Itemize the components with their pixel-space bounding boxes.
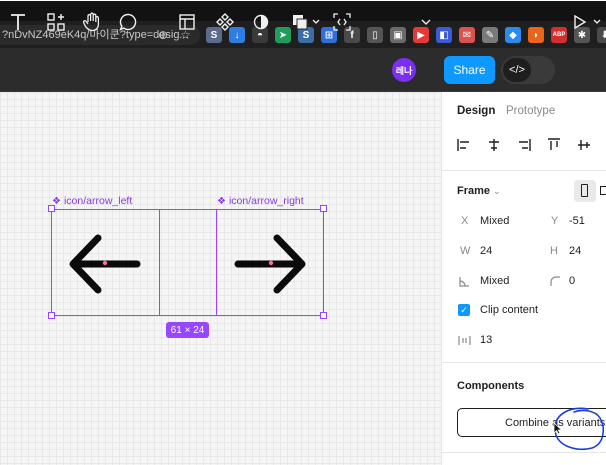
tab-prototype[interactable]: Prototype xyxy=(506,105,555,117)
frame-label-right[interactable]: ❖ icon/arrow_right xyxy=(217,195,304,207)
frame-divider xyxy=(216,209,217,316)
extension-icon[interactable]: ➤ xyxy=(275,27,291,43)
crop-tool-icon[interactable] xyxy=(177,10,197,34)
components-tool-icon[interactable] xyxy=(46,10,66,34)
y-field[interactable]: -51 xyxy=(569,215,585,227)
extension-icon[interactable]: ▯ xyxy=(367,27,383,43)
avatar[interactable]: 레나 xyxy=(392,58,416,82)
section-divider xyxy=(442,362,606,363)
mouse-cursor-icon xyxy=(553,422,562,435)
resize-handle[interactable] xyxy=(48,312,55,319)
portrait-toggle[interactable] xyxy=(574,180,596,202)
section-divider xyxy=(442,170,606,171)
dimension-badge: 61 × 24 xyxy=(166,322,209,338)
frame-divider xyxy=(159,209,160,316)
dev-tool-icon[interactable] xyxy=(332,10,352,34)
clip-content-checkbox[interactable]: ✓ xyxy=(458,304,470,316)
frame-section-title[interactable]: Frame ⌄ xyxy=(457,185,501,197)
align-left-icon[interactable] xyxy=(457,138,471,152)
gap-field[interactable]: 13 xyxy=(480,334,492,346)
play-tool-icon[interactable] xyxy=(572,10,606,34)
boolean-tool-icon[interactable] xyxy=(290,10,322,34)
component-tool-icon[interactable] xyxy=(215,10,235,34)
resize-handle[interactable] xyxy=(320,312,327,319)
component-icon: ❖ xyxy=(217,195,226,207)
dev-mode-icon: </> xyxy=(503,58,531,82)
comment-tool-icon[interactable] xyxy=(118,10,138,34)
align-middle-icon[interactable] xyxy=(577,138,591,152)
align-center-icon[interactable] xyxy=(487,138,501,152)
contrast-tool-icon[interactable] xyxy=(251,10,271,34)
landscape-icon[interactable] xyxy=(600,186,606,195)
extension-icon[interactable]: ▣ xyxy=(390,27,406,43)
y-label: Y xyxy=(551,215,559,227)
frame-label-left[interactable]: ❖ icon/arrow_left xyxy=(52,195,132,207)
extension-icon[interactable]: ◗ xyxy=(528,27,544,43)
height-field[interactable]: 24 xyxy=(569,245,581,257)
components-section-title: Components xyxy=(457,380,525,392)
corner-radius-field[interactable]: 0 xyxy=(569,275,575,287)
h-label: H xyxy=(550,245,558,257)
resize-handle[interactable] xyxy=(320,205,327,212)
tab-design[interactable]: Design xyxy=(457,105,495,117)
align-right-icon[interactable] xyxy=(517,138,531,152)
corner-radius-icon xyxy=(550,276,560,286)
text-tool-icon[interactable] xyxy=(8,10,28,34)
clip-content-label: Clip content xyxy=(480,304,539,316)
rotation-icon xyxy=(459,277,469,287)
arrow-left-icon[interactable] xyxy=(60,225,150,305)
chevron-down-icon: ⌄ xyxy=(493,186,501,196)
extension-icon[interactable]: ✎ xyxy=(482,27,498,43)
chevron-down-icon[interactable] xyxy=(419,10,433,34)
resize-handle[interactable] xyxy=(48,205,55,212)
hand-tool-icon[interactable] xyxy=(82,10,102,34)
extension-icon[interactable]: ✉ xyxy=(459,27,475,43)
share-button[interactable]: Share xyxy=(444,56,495,84)
extension-icon[interactable]: ◧ xyxy=(436,27,452,43)
align-top-icon[interactable] xyxy=(547,138,561,152)
portrait-icon xyxy=(581,184,588,197)
rotation-field[interactable]: Mixed xyxy=(480,275,509,287)
zoom-icon[interactable]: ⊕ xyxy=(158,28,168,42)
gap-icon xyxy=(458,336,471,345)
width-field[interactable]: 24 xyxy=(480,245,492,257)
extension-icon[interactable]: ABP xyxy=(551,27,567,43)
x-label: X xyxy=(461,215,469,227)
x-field[interactable]: Mixed xyxy=(480,215,509,227)
arrow-right-icon[interactable] xyxy=(226,225,316,305)
extension-icon[interactable]: ◆ xyxy=(505,27,521,43)
w-label: W xyxy=(460,245,471,257)
